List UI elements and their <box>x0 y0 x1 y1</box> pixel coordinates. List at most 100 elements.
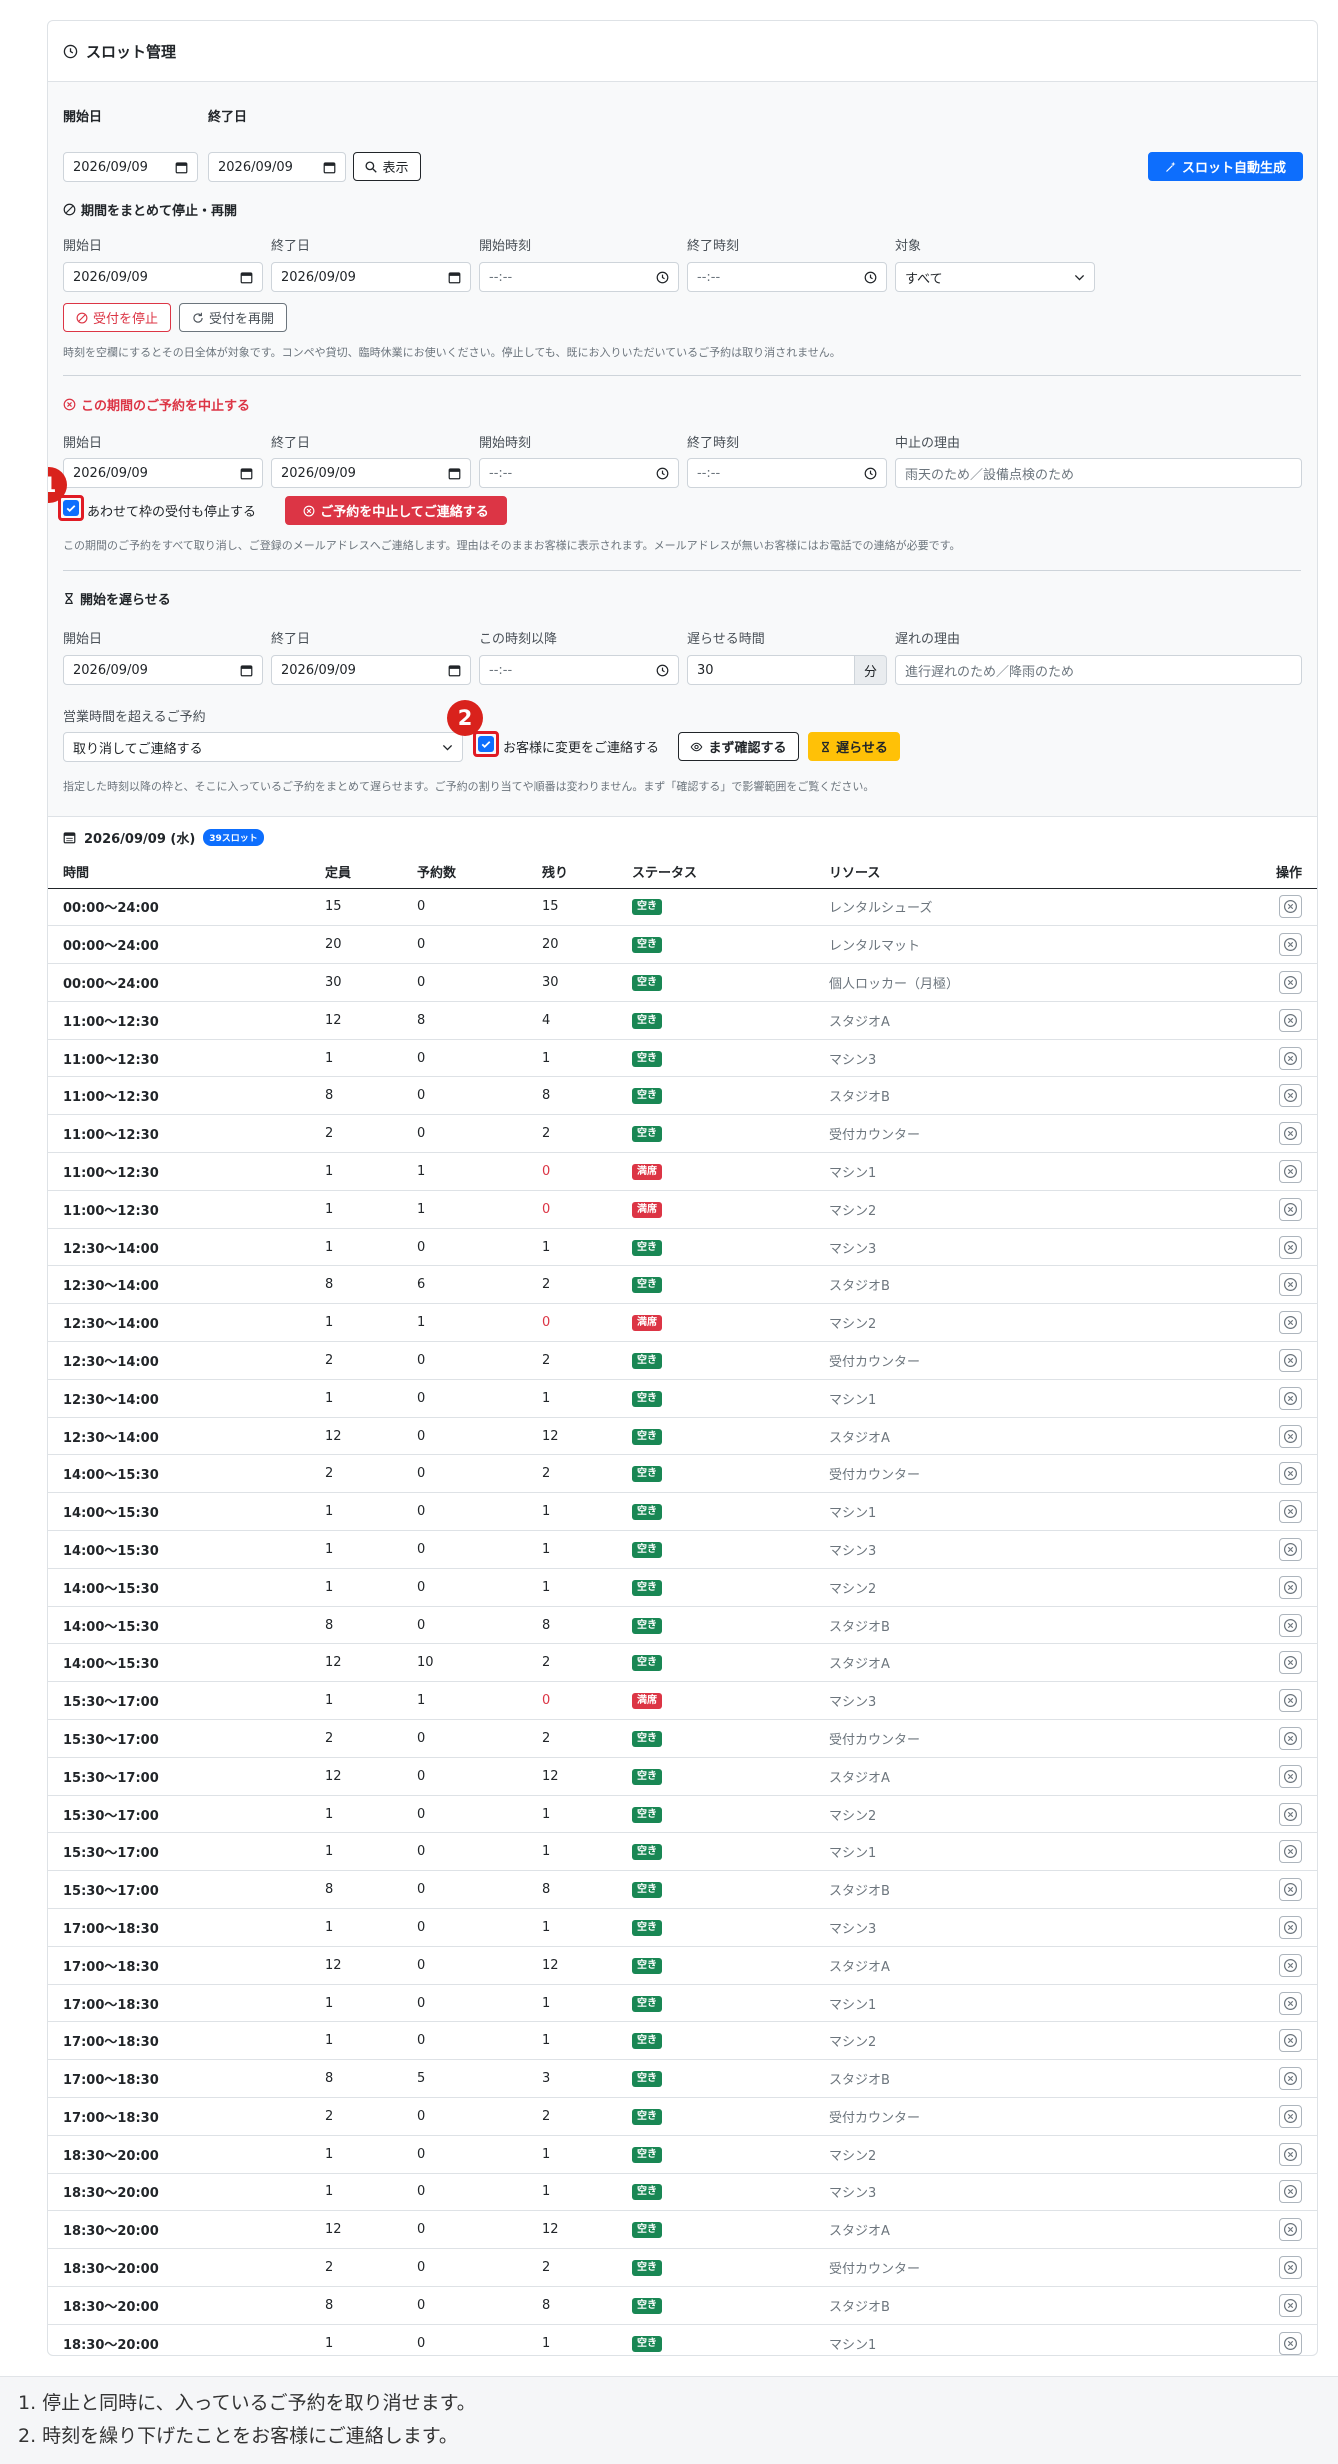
cell-remaining: 15 <box>527 888 617 927</box>
cell-capacity: 1 <box>310 1303 402 1343</box>
cell-booked: 0 <box>402 888 527 927</box>
delay-end-input[interactable]: 2026/09/09 <box>271 655 471 685</box>
delete-slot-button[interactable] <box>1279 1462 1302 1486</box>
table-row: 14:00〜15:30 8 0 8 空き スタジオB <box>48 1606 1317 1645</box>
cell-status: 空き <box>617 2210 814 2250</box>
calendar-icon <box>323 161 336 174</box>
delete-slot-button[interactable] <box>1279 1878 1302 1902</box>
cancel-start-input[interactable]: 2026/09/09 <box>63 458 263 488</box>
col-action: 操作 <box>1257 856 1317 889</box>
delete-slot-button[interactable] <box>1279 1575 1302 1599</box>
cell-status: 空き <box>617 1870 814 1910</box>
delete-slot-button[interactable] <box>1279 2331 1302 2355</box>
cell-time: 17:00〜18:30 <box>48 1908 310 1947</box>
check-first-button[interactable]: まず確認する <box>678 732 799 761</box>
cell-action <box>1257 1681 1317 1721</box>
pause-end-input[interactable]: 2026/09/09 <box>271 262 471 292</box>
delete-slot-button[interactable] <box>1279 1500 1302 1524</box>
delete-slot-button[interactable] <box>1279 1046 1302 1070</box>
delay-from-input[interactable]: --:-- <box>479 655 679 685</box>
stop-accepting-button[interactable]: 受付を停止 <box>63 303 171 332</box>
x-circle-icon <box>1283 1467 1298 1481</box>
delete-slot-button[interactable] <box>1279 1991 1302 2015</box>
resume-accepting-button[interactable]: 受付を再開 <box>179 303 287 332</box>
delete-slot-button[interactable] <box>1279 1537 1302 1561</box>
cell-remaining: 1 <box>527 1908 617 1947</box>
x-circle-icon <box>1283 1505 1298 1519</box>
cell-time: 12:30〜14:00 <box>48 1379 310 1418</box>
delete-slot-button[interactable] <box>1279 1159 1302 1183</box>
x-circle-icon <box>1283 1429 1298 1443</box>
show-button[interactable]: 表示 <box>353 152 421 181</box>
delay-reason-input[interactable]: 進行遅れのため／降雨のため <box>895 655 1302 685</box>
pause-stime-input[interactable]: --:-- <box>479 262 679 292</box>
x-circle-icon <box>1283 1694 1298 1708</box>
cell-resource: スタジオA <box>814 1417 1257 1456</box>
range-end-input[interactable]: 2026/09/09 <box>208 152 346 182</box>
x-circle-icon <box>1283 2298 1298 2312</box>
status-badge: 空き <box>632 2033 662 2050</box>
delete-slot-button[interactable] <box>1279 1008 1302 1032</box>
delete-slot-button[interactable] <box>1279 1764 1302 1788</box>
delete-slot-button[interactable] <box>1279 2104 1302 2128</box>
status-badge: 空き <box>632 2260 662 2277</box>
autogen-button[interactable]: スロット自動生成 <box>1148 152 1303 181</box>
cancel-reason-label: 中止の理由 <box>895 436 961 451</box>
delete-slot-button[interactable] <box>1279 2293 1302 2317</box>
delete-slot-button[interactable] <box>1279 933 1302 957</box>
delete-slot-button[interactable] <box>1279 1651 1302 1675</box>
cell-capacity: 8 <box>310 2286 402 2325</box>
delete-slot-button[interactable] <box>1279 1311 1302 1335</box>
overflow-select[interactable]: 取り消してご連絡する <box>63 732 463 762</box>
cancel-and-notify-button[interactable]: ご予約を中止してご連絡する <box>285 496 507 525</box>
cancel-stime-input[interactable]: --:-- <box>479 458 679 488</box>
delete-slot-button[interactable] <box>1279 1084 1302 1108</box>
cell-action <box>1257 1908 1317 1947</box>
delete-slot-button[interactable] <box>1279 1726 1302 1750</box>
delete-slot-button[interactable] <box>1279 1802 1302 1826</box>
cell-remaining: 12 <box>527 1757 617 1796</box>
delete-slot-button[interactable] <box>1279 1424 1302 1448</box>
chevron-down-icon <box>442 742 453 753</box>
cell-time: 17:00〜18:30 <box>48 2021 310 2061</box>
delay-shift-input[interactable]: 30 <box>687 655 855 685</box>
delete-slot-button[interactable] <box>1279 970 1302 994</box>
delete-slot-button[interactable] <box>1279 2067 1302 2091</box>
delete-slot-button[interactable] <box>1279 1840 1302 1864</box>
delete-slot-button[interactable] <box>1279 2142 1302 2166</box>
delete-slot-button[interactable] <box>1279 895 1302 919</box>
cancel-end-input[interactable]: 2026/09/09 <box>271 458 471 488</box>
pause-etime-input[interactable]: --:-- <box>687 262 887 292</box>
delay-start-input[interactable]: 2026/09/09 <box>63 655 263 685</box>
delete-slot-button[interactable] <box>1279 1122 1302 1146</box>
status-badge: 空き <box>632 1919 662 1936</box>
cancel-etime-input[interactable]: --:-- <box>687 458 887 488</box>
delete-slot-button[interactable] <box>1279 1915 1302 1939</box>
delete-slot-button[interactable] <box>1279 2180 1302 2204</box>
status-badge: 空き <box>632 2071 662 2088</box>
cell-action <box>1257 1492 1317 1532</box>
delete-slot-button[interactable] <box>1279 1689 1302 1713</box>
table-row: 15:30〜17:00 1 0 1 空き マシン2 <box>48 1795 1317 1834</box>
cell-remaining: 3 <box>527 2059 617 2098</box>
delete-slot-button[interactable] <box>1279 1613 1302 1637</box>
delete-slot-button[interactable] <box>1279 2029 1302 2053</box>
range-start-input[interactable]: 2026/09/09 <box>63 152 198 182</box>
delete-slot-button[interactable] <box>1279 1953 1302 1977</box>
cell-capacity: 2 <box>310 2097 402 2136</box>
delete-slot-button[interactable] <box>1279 1273 1302 1297</box>
delete-slot-button[interactable] <box>1279 1197 1302 1221</box>
delete-slot-button[interactable] <box>1279 2256 1302 2280</box>
cell-remaining: 1 <box>527 2135 617 2174</box>
cancel-reason-input[interactable]: 雨天のため／設備点検のため <box>895 458 1302 488</box>
pause-target-select[interactable]: すべて <box>895 262 1095 292</box>
delete-slot-button[interactable] <box>1279 1386 1302 1410</box>
cell-resource: レンタルマット <box>814 925 1257 965</box>
highlight-box-1 <box>58 495 84 521</box>
pause-start-input[interactable]: 2026/09/09 <box>63 262 263 292</box>
delete-slot-button[interactable] <box>1279 1235 1302 1259</box>
delete-slot-button[interactable] <box>1279 2218 1302 2242</box>
delay-submit-button[interactable]: 遅らせる <box>808 732 900 761</box>
x-circle-icon <box>1283 1542 1298 1556</box>
delete-slot-button[interactable] <box>1279 1348 1302 1372</box>
